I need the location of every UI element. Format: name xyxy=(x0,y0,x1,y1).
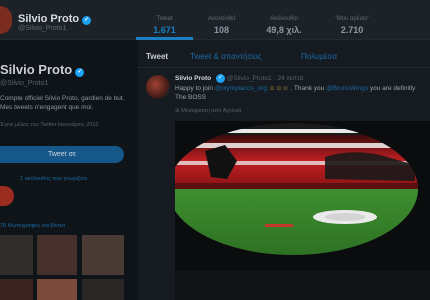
stat-value: 1.671 xyxy=(153,25,176,35)
profile-sidebar: Silvio Proto ✓ @Silvio_Proto1 Compte offi… xyxy=(0,40,134,300)
translate-label: Μετάφραση από Αγγλικά xyxy=(181,108,242,114)
profile-handle[interactable]: @Silvio_Proto1 xyxy=(0,80,48,87)
profile-stats: Tweet 1.671 Ακολουθεί 108 Ακόλουθοι 49,8… xyxy=(136,0,386,40)
verified-icon: ✓ xyxy=(215,74,225,83)
mention-link[interactable]: @BrunoWings xyxy=(326,85,368,92)
tweet-handle[interactable]: @Silvio_Proto1 xyxy=(227,75,272,82)
media-thumbnail[interactable] xyxy=(0,235,33,275)
stat-value: 49,8 χιλ. xyxy=(266,25,302,35)
verified-icon: ✓ xyxy=(82,16,92,25)
profile-bio: Compte officiel Silvio Proto, gardien de… xyxy=(0,95,125,111)
tweet-header: Silvio Proto ✓ @Silvio_Proto1 · 24 λεπτά xyxy=(175,74,303,83)
stat-label: Tweet xyxy=(156,16,173,22)
media-thumbnail[interactable] xyxy=(82,279,124,300)
tweet-text-part: . Thank you xyxy=(290,85,327,92)
stadium-photo xyxy=(175,121,430,300)
media-thumbnail[interactable] xyxy=(0,279,33,300)
profile-name-text: Silvio Proto xyxy=(0,62,73,77)
stat-following[interactable]: Ακολουθεί 108 xyxy=(193,0,250,40)
profile-joined: Έγινε μέλος του Twitter Ιανουάριος 2012 xyxy=(0,122,99,128)
stat-likes[interactable]: "Μου αρέσει" 2.710 xyxy=(318,0,386,40)
stat-label: Ακόλουθοι xyxy=(270,16,298,22)
media-thumbnail[interactable] xyxy=(37,279,77,300)
header-name[interactable]: Silvio Proto ✓ xyxy=(18,13,92,25)
header-name-text: Silvio Proto xyxy=(18,13,80,25)
follower-avatar[interactable] xyxy=(0,186,14,206)
translate-link[interactable]: ⊕ Μετάφραση από Αγγλικά xyxy=(175,108,241,114)
tweet-text: Happy to join @olympiacos_org ☺☺☺ . Than… xyxy=(175,84,425,102)
tweet-author[interactable]: Silvio Proto xyxy=(175,75,211,82)
profile-name[interactable]: Silvio Proto ✓ xyxy=(0,62,85,77)
tweet-text-part: Happy to join xyxy=(175,85,215,92)
stat-followers[interactable]: Ακόλουθοι 49,8 χιλ. xyxy=(250,0,318,40)
media-gallery-link[interactable]: 78 Φωτογραφίες και βίντεο xyxy=(0,223,65,229)
timeline-tabs: Tweet Tweet & απαντήσεις Πολυμέσα xyxy=(138,48,430,68)
media-thumbnail[interactable] xyxy=(37,235,77,275)
header-avatar[interactable] xyxy=(0,6,12,34)
media-thumbnail[interactable] xyxy=(82,235,124,275)
tab-tweets[interactable]: Tweet xyxy=(146,52,168,61)
tweet-avatar[interactable] xyxy=(146,75,170,99)
stat-value: 108 xyxy=(213,25,230,35)
stat-label: Ακολουθεί xyxy=(207,16,236,22)
stat-label: "Μου αρέσει" xyxy=(334,16,370,22)
tweet-media[interactable] xyxy=(175,121,430,300)
followed-by-link[interactable]: 1 ακόλουθος που γνωρίζετε xyxy=(20,176,87,182)
tab-media[interactable]: Πολυμέσα xyxy=(301,52,337,61)
stat-value: 2.710 xyxy=(340,25,364,35)
tab-tweets-replies[interactable]: Tweet & απαντήσεις xyxy=(190,52,262,61)
stat-tweets[interactable]: Tweet 1.671 xyxy=(136,0,193,40)
profile-header-bar: Silvio Proto ✓ @Silvio_Proto1 Tweet 1.671… xyxy=(0,0,430,40)
tweet-to-button[interactable]: Tweet σε xyxy=(0,146,124,163)
tweet-time[interactable]: 24 λεπτά xyxy=(277,75,303,82)
mention-link[interactable]: @olympiacos_org xyxy=(215,85,267,92)
verified-icon: ✓ xyxy=(75,68,85,77)
header-handle: @Silvio_Proto1 xyxy=(18,25,67,32)
timeline: Tweet Tweet & απαντήσεις Πολυμέσα Silvio… xyxy=(138,40,430,300)
emoji: ☺☺☺ xyxy=(266,85,291,92)
